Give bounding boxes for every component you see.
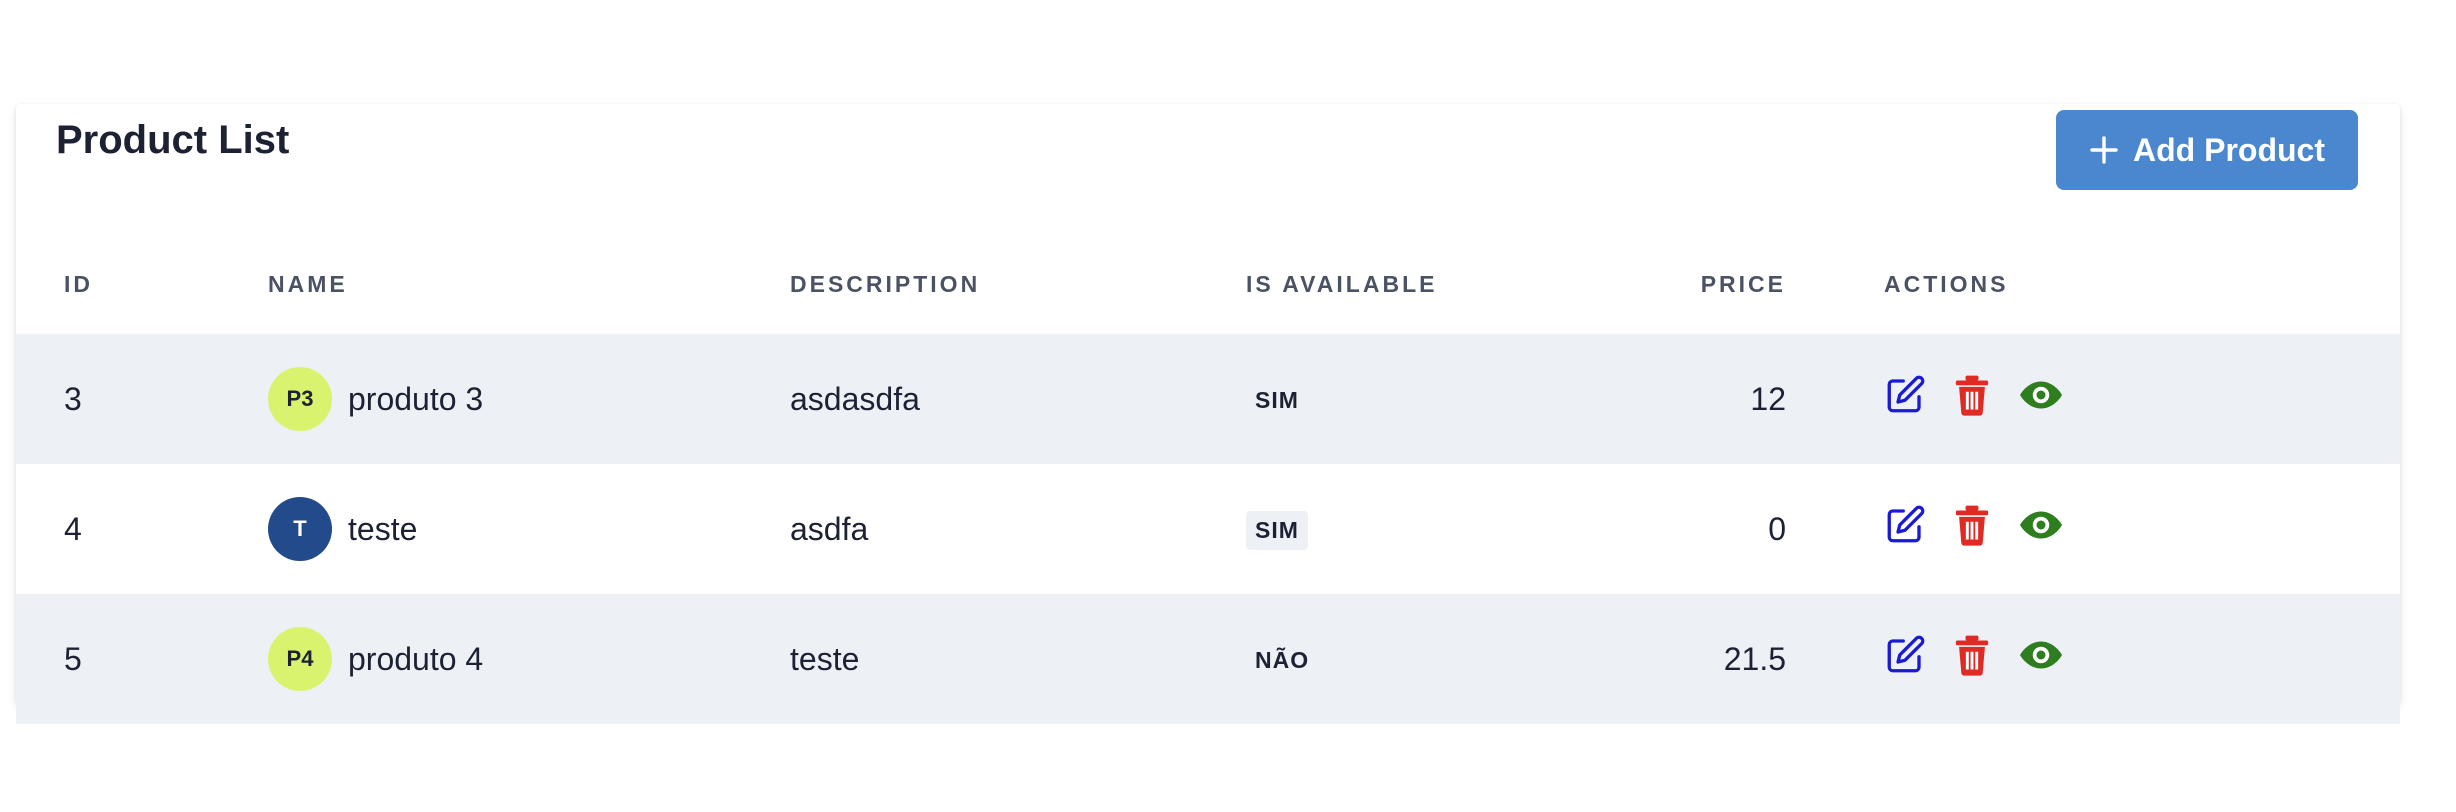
cell-id: 4 <box>64 510 82 547</box>
column-header-name[interactable]: NAME <box>268 234 790 334</box>
card-header: Product List Add Product <box>16 104 2400 234</box>
cell-actions <box>1786 594 2400 724</box>
avatar: P4 <box>268 627 332 691</box>
product-table: ID NAME DESCRIPTION IS AVAILABLE PRICE A… <box>16 234 2400 724</box>
trash-icon[interactable] <box>1952 634 1992 684</box>
add-product-label: Add Product <box>2133 131 2325 168</box>
cell-description: teste <box>790 594 1246 724</box>
cell-price: 0 <box>1768 510 1786 547</box>
cell-price: 12 <box>1586 334 1786 464</box>
eye-icon[interactable] <box>2018 640 2064 678</box>
cell-id: 3 <box>16 334 268 464</box>
column-header-id[interactable]: ID <box>16 234 268 334</box>
edit-icon[interactable] <box>1884 504 1926 554</box>
table-row: 3 P3 produto 3 asdasdfa SIM 12 <box>16 334 2400 464</box>
page-title: Product List <box>56 118 290 162</box>
cell-available: NÃO <box>1246 594 1586 724</box>
cell-name: T teste <box>268 464 790 594</box>
product-list-card: Product List Add Product ID NAME DESCRIP… <box>16 104 2400 724</box>
availability-badge: SIM <box>1246 510 1308 550</box>
table-row: 4 T teste asdfa SIM 0 <box>16 464 2400 594</box>
edit-icon[interactable] <box>1884 374 1926 424</box>
edit-icon[interactable] <box>1884 634 1926 684</box>
product-name: produto 4 <box>348 640 484 677</box>
cell-description: asdfa <box>790 510 869 547</box>
column-header-description[interactable]: DESCRIPTION <box>790 234 1246 334</box>
availability-badge: NÃO <box>1255 646 1310 673</box>
column-header-is-available[interactable]: IS AVAILABLE <box>1246 234 1586 334</box>
availability-badge: SIM <box>1255 386 1299 413</box>
eye-icon[interactable] <box>2018 380 2064 418</box>
add-product-button[interactable]: Add Product <box>2056 110 2358 190</box>
avatar: T <box>268 497 332 561</box>
trash-icon[interactable] <box>1952 504 1992 554</box>
cell-name: P3 produto 3 <box>268 334 790 464</box>
cell-name: P4 produto 4 <box>268 594 790 724</box>
cell-actions <box>1786 464 2400 594</box>
plus-icon <box>2089 135 2119 165</box>
avatar: P3 <box>268 367 332 431</box>
trash-icon[interactable] <box>1952 374 1992 424</box>
column-header-actions: ACTIONS <box>1884 270 2009 297</box>
table-header-row: ID NAME DESCRIPTION IS AVAILABLE PRICE A… <box>16 234 2400 334</box>
cell-available: SIM <box>1246 464 1586 594</box>
product-name: produto 3 <box>348 380 484 417</box>
table-row: 5 P4 produto 4 teste NÃO 21.5 <box>16 594 2400 724</box>
cell-available: SIM <box>1246 334 1586 464</box>
column-header-price[interactable]: PRICE <box>1586 234 1786 334</box>
cell-description: asdasdfa <box>790 334 1246 464</box>
cell-id: 5 <box>16 594 268 724</box>
cell-actions <box>1786 334 2400 464</box>
product-name: teste <box>348 510 418 547</box>
cell-price: 21.5 <box>1586 594 1786 724</box>
eye-icon[interactable] <box>2018 510 2064 548</box>
